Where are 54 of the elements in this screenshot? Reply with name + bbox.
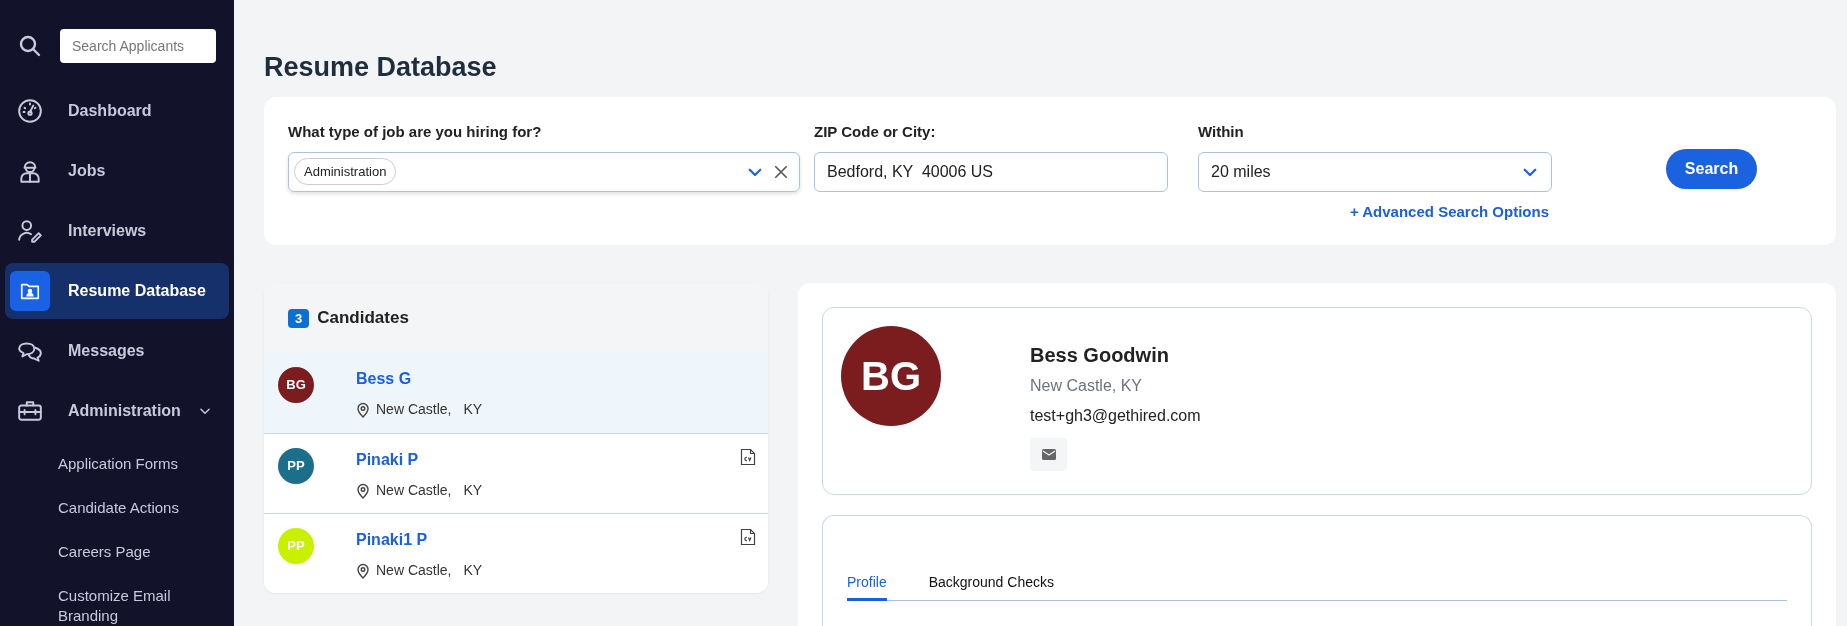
location-pin-icon xyxy=(356,401,370,418)
search-field[interactable]: Search Applicants xyxy=(60,29,216,63)
profile-email: test+gh3@gethired.com xyxy=(1030,406,1201,426)
candidate-row[interactable]: PP Pinaki P New Castle, KY xyxy=(264,433,768,513)
candidate-state: KY xyxy=(463,400,483,419)
profile-location: New Castle, KY xyxy=(1030,376,1144,396)
nav-item[interactable]: Dashboard xyxy=(5,83,229,139)
location-field[interactable]: Bedford, KY 40006 US xyxy=(814,151,1168,192)
job-type-select[interactable]: Administration xyxy=(288,151,800,192)
nav-item[interactable]: Administration xyxy=(5,383,229,439)
avatar: PP xyxy=(278,528,314,564)
count-badge: 3 xyxy=(288,308,310,328)
nav-item[interactable]: Messages xyxy=(5,323,229,379)
advanced-search-link[interactable]: + Advanced Search Options xyxy=(1349,200,1552,223)
profile-avatar: BG xyxy=(841,326,941,426)
candidate-city: New Castle, xyxy=(376,400,452,419)
candidate-state: KY xyxy=(463,481,483,500)
person-pen-icon xyxy=(17,218,43,244)
candidate-name[interactable]: Pinaki P xyxy=(356,448,483,472)
candidates-title: Candidates xyxy=(317,307,409,330)
tab[interactable]: Profile xyxy=(847,572,887,601)
search-button[interactable]: Search xyxy=(1666,149,1757,189)
nav-item[interactable]: Resume Database xyxy=(5,263,229,319)
cv-file-icon[interactable] xyxy=(740,528,756,546)
page-title: Resume Database xyxy=(264,51,498,83)
avatar: BG xyxy=(278,367,314,403)
nav-item[interactable]: Interviews xyxy=(5,203,229,259)
field-label: ZIP Code or City: xyxy=(814,122,937,142)
candidate-name[interactable]: Bess G xyxy=(356,367,483,391)
nav-subitem[interactable]: Application Forms xyxy=(58,442,208,486)
candidate-row[interactable]: BG Bess G New Castle, KY xyxy=(264,353,768,433)
cv-file-icon[interactable] xyxy=(740,448,756,466)
candidate-city: New Castle, xyxy=(376,481,452,500)
candidate-name[interactable]: Pinaki1 P xyxy=(356,528,483,552)
envelope-icon xyxy=(1041,449,1056,460)
candidate-state: KY xyxy=(463,561,483,580)
candidate-row[interactable]: PP Pinaki1 P New Castle, KY xyxy=(264,513,768,593)
nav-subitem[interactable]: Candidate Actions xyxy=(58,486,208,530)
field-label: Within xyxy=(1198,122,1245,142)
worker-icon xyxy=(17,158,43,184)
tab[interactable]: Background Checks xyxy=(928,572,1054,601)
location-pin-icon xyxy=(356,562,370,579)
gauge-icon xyxy=(17,98,43,124)
nav-subitem[interactable]: Customize Email Branding xyxy=(58,574,208,626)
nav-item[interactable]: Jobs xyxy=(5,143,229,199)
toolbox-icon xyxy=(17,398,43,424)
nav-subitem[interactable]: Careers Page xyxy=(58,530,208,574)
avatar: PP xyxy=(278,448,314,484)
distance-select[interactable]: 20 miles xyxy=(1198,151,1552,192)
field-label: What type of job are you hiring for? xyxy=(288,122,543,142)
location-pin-icon xyxy=(356,482,370,499)
candidate-city: New Castle, xyxy=(376,561,452,580)
profile-name: Bess Goodwin xyxy=(1030,343,1170,368)
email-button[interactable] xyxy=(1030,438,1067,471)
